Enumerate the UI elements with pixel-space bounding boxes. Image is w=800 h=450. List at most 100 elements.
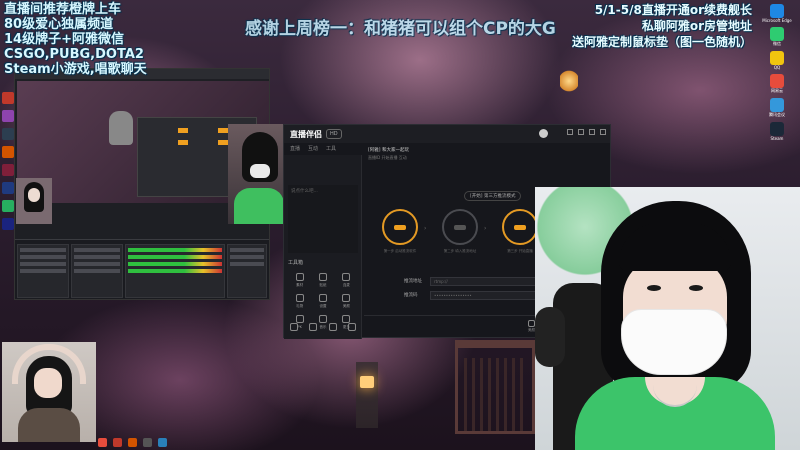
wechat-icon <box>770 27 784 41</box>
app-icon[interactable] <box>2 146 14 158</box>
desktop-icon[interactable]: 腾讯会议 <box>756 98 798 118</box>
taskbar-icon[interactable] <box>158 438 167 447</box>
app-icon[interactable] <box>2 200 14 212</box>
overlay-line: 80级爱心独属频道 <box>4 17 114 32</box>
arrow-icon: › <box>424 225 427 232</box>
overlay-line: 送阿雅定制鼠标垫（图一色随机） <box>571 35 752 49</box>
toggle-icon[interactable] <box>178 128 188 133</box>
tools-heading: 工具箱 <box>288 260 304 266</box>
taskbar-icons <box>98 438 167 447</box>
overlay-line: 14级牌子+阿雅微信 <box>4 32 124 47</box>
tool-icon <box>318 294 327 302</box>
mic-icon[interactable] <box>290 323 299 331</box>
desktop-icon[interactable]: 微信 <box>756 27 798 47</box>
step-caption: 第一步 启动推流软件 <box>383 249 417 253</box>
controls-panel[interactable] <box>227 244 267 298</box>
microphone <box>535 307 565 367</box>
tab-interact[interactable]: 互动 <box>308 145 318 152</box>
lantern-decoration <box>560 70 578 92</box>
tool-item[interactable]: 连麦 <box>335 273 358 288</box>
qq-icon <box>770 51 784 65</box>
sources-panel[interactable] <box>71 244 123 298</box>
maximize-icon[interactable] <box>589 129 595 135</box>
stream-mode-pill[interactable]: [开始] 第三方推流模式 <box>464 191 522 201</box>
toggle-icon[interactable] <box>218 128 228 133</box>
desktop-icon[interactable]: QQ <box>756 51 798 70</box>
camera-icon[interactable] <box>309 323 318 331</box>
overlay-line: 直播间推荐橙牌上车 <box>4 2 122 17</box>
overlay-line: CSGO,PUBG,DOTA2 <box>4 47 144 62</box>
tool-icon <box>342 294 351 302</box>
chat-input[interactable]: 说点什么吧... <box>288 185 358 253</box>
app-titlebar[interactable]: 直播伴侣 HD <box>284 125 610 143</box>
overlay-line: 5/1-5/8直播开通or续费舰长 <box>594 3 752 17</box>
overlay-left-info: 直播间推荐橙牌上车 80级爱心独属频道 14级牌子+阿雅微信 CSGO,PUBG… <box>4 2 147 77</box>
image-icon[interactable] <box>347 323 356 331</box>
audio-mixer-panel[interactable] <box>125 244 225 298</box>
app-icon[interactable] <box>2 110 14 122</box>
tool-icon <box>342 273 351 281</box>
desktop-icon[interactable]: Microsoft Edge <box>756 4 798 23</box>
obs-docks <box>15 239 269 299</box>
stone-lantern-decoration <box>356 362 378 428</box>
step-two-icon <box>442 209 478 245</box>
tool-icon <box>318 273 327 281</box>
overlay-line: Steam小游戏,唱歌聊天 <box>4 62 147 77</box>
app-icon[interactable] <box>2 182 14 194</box>
heart-pose-photo <box>2 342 96 442</box>
taskbar-icon[interactable] <box>143 438 152 447</box>
desktop-icon[interactable]: 网易云 <box>756 74 798 94</box>
webcam-thumbnail <box>228 124 290 224</box>
toggle-icon[interactable] <box>218 140 228 145</box>
app-icon[interactable] <box>2 164 14 176</box>
taskbar-icon[interactable] <box>113 438 122 447</box>
tool-item[interactable]: 礼物 <box>288 294 311 309</box>
tab-tools[interactable]: 工具 <box>326 145 336 152</box>
tab-live[interactable]: 直播 <box>290 145 300 152</box>
minimize-icon[interactable] <box>578 129 584 135</box>
window-controls <box>567 129 606 135</box>
app-icon[interactable] <box>2 128 14 140</box>
step-one-icon <box>382 209 418 245</box>
app-tabs: 直播 互动 工具 <box>290 145 336 152</box>
app-icon[interactable] <box>2 218 14 230</box>
tool-item[interactable]: 贴纸 <box>311 273 334 288</box>
desktop-icons: Microsoft Edge 微信 QQ 网易云 腾讯会议 Steam <box>756 0 798 141</box>
sidebar-bottom-bar <box>286 317 360 337</box>
tool-item[interactable]: 素材 <box>288 273 311 288</box>
overlay-line: 私聊阿雅or房管地址 <box>641 19 752 33</box>
room-title: [阿雅] 和大家一起玩 <box>368 148 409 153</box>
step-caption: 第二步 填入推流地址 <box>443 249 477 253</box>
overlay-right-info: 5/1-5/8直播开通or续费舰长 私聊阿雅or房管地址 送阿雅定制鼠标垫（图一… <box>572 2 752 50</box>
scenes-panel[interactable] <box>17 244 69 298</box>
netease-music-icon <box>770 74 784 88</box>
steam-icon <box>770 122 784 136</box>
meeting-icon <box>770 98 784 112</box>
screen-icon[interactable] <box>328 323 337 331</box>
mini-portrait-image <box>16 178 52 224</box>
tool-icon <box>295 294 304 302</box>
app-icon[interactable] <box>2 92 14 104</box>
room-subtitle: 直播ID 开始直播 互动 <box>368 155 407 160</box>
avatar[interactable] <box>539 129 548 138</box>
webcam-main-feed <box>535 187 800 450</box>
taskbar-icon[interactable] <box>98 438 107 447</box>
tool-icon <box>295 273 304 281</box>
arrow-icon: › <box>484 225 487 232</box>
settings-icon[interactable] <box>567 129 573 135</box>
preview-person <box>109 111 133 145</box>
overlay-banner: 感谢上周榜一：和猪猪可以组个CP的大G <box>245 19 556 39</box>
taskbar-icon[interactable] <box>128 438 137 447</box>
desktop-icon[interactable]: Steam <box>756 122 798 141</box>
step-three-icon <box>502 209 538 245</box>
app-logo: 直播伴侣 <box>290 129 322 139</box>
tool-item[interactable]: 美颜 <box>335 294 358 309</box>
app-sidebar: 说点什么吧... 工具箱 素材 贴纸 连麦 礼物 设置 美颜 PK 音乐 更多 <box>284 155 362 339</box>
tool-item[interactable]: 设置 <box>311 294 334 309</box>
app-badge: HD <box>326 129 342 139</box>
close-icon[interactable] <box>600 129 606 135</box>
face-mask <box>621 309 727 375</box>
footer-tool[interactable]: 美颜 <box>528 320 535 333</box>
toggle-icon[interactable] <box>178 140 188 145</box>
gate-decoration <box>455 340 535 434</box>
